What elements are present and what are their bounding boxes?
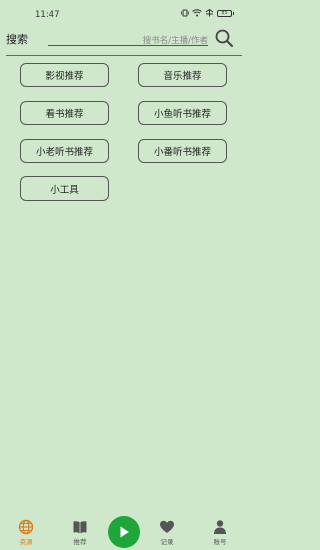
wifi-icon	[192, 9, 202, 17]
nav-recommend[interactable]: 推荐	[60, 512, 100, 550]
bottom-nav: 资源 推荐 记录 账号	[0, 512, 248, 550]
search-icon	[215, 29, 233, 47]
play-icon	[120, 526, 129, 538]
status-time: 11:47	[35, 10, 60, 20]
nav-account[interactable]: 账号	[200, 512, 240, 550]
status-bar: 11:47 85	[0, 0, 248, 28]
xiaoyu-audiobook-button[interactable]: 小鱼听书推荐	[138, 101, 227, 125]
play-button[interactable]	[108, 516, 140, 548]
battery-icon: 85	[217, 9, 234, 17]
nav-resources-label: 资源	[19, 538, 33, 546]
xiaolao-audiobook-button[interactable]: 小老听书推荐	[20, 139, 109, 163]
nav-records-label: 记录	[160, 538, 174, 546]
nav-records[interactable]: 记录	[147, 512, 187, 550]
film-recommend-button[interactable]: 影视推荐	[20, 63, 109, 87]
nav-recommend-label: 推荐	[73, 538, 87, 546]
nav-resources[interactable]: 资源	[6, 512, 46, 550]
search-input[interactable]	[48, 30, 208, 50]
xiaofan-audiobook-button[interactable]: 小番听书推荐	[138, 139, 227, 163]
tools-button[interactable]: 小工具	[20, 176, 109, 201]
header-divider	[6, 55, 242, 56]
vibrate-icon	[181, 9, 189, 17]
book-icon	[73, 521, 87, 534]
status-icons: 85	[181, 9, 234, 17]
battery-level: 85	[221, 9, 228, 16]
nav-account-label: 账号	[213, 538, 227, 546]
search-bar: 搜索	[0, 28, 248, 56]
signal-icon	[205, 9, 214, 17]
globe-icon	[18, 519, 34, 535]
person-icon	[214, 520, 226, 534]
books-recommend-button[interactable]: 看书推荐	[20, 101, 109, 125]
search-label: 搜索	[6, 33, 28, 46]
heart-icon	[160, 520, 174, 533]
search-input-wrap	[48, 28, 208, 50]
search-button[interactable]	[214, 28, 234, 48]
music-recommend-button[interactable]: 音乐推荐	[138, 63, 227, 87]
